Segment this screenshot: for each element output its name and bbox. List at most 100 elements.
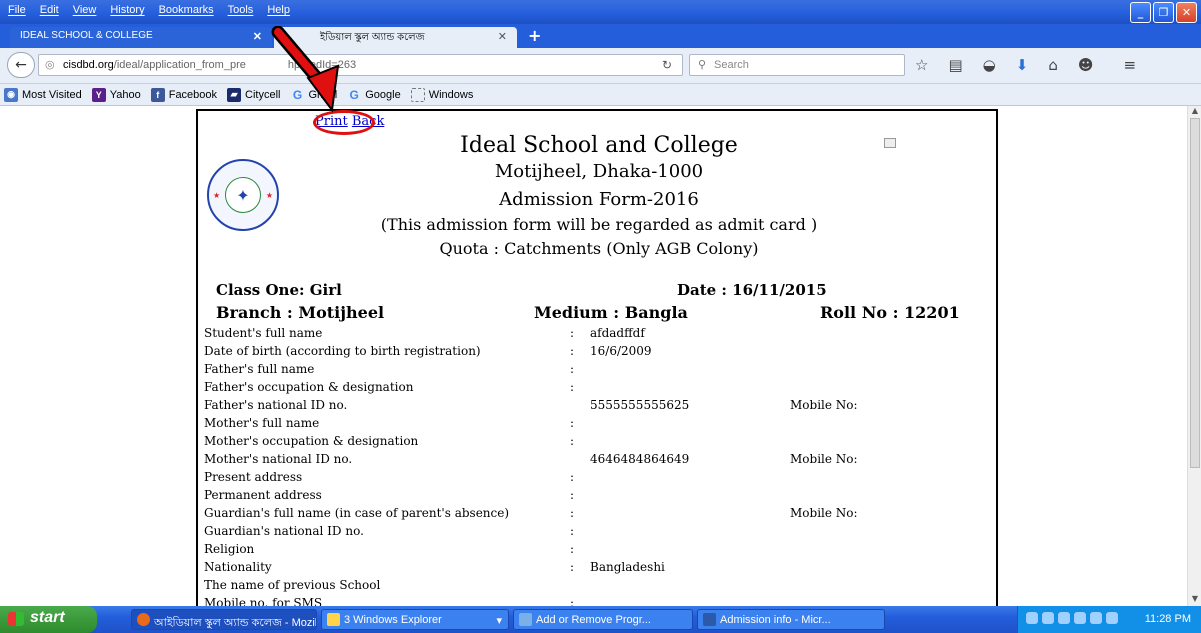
form-row: Nationality: Bangladeshi xyxy=(204,559,994,577)
field-value: 16/6/2009 xyxy=(590,344,652,358)
back-arrow-icon[interactable]: ← xyxy=(7,52,35,78)
bookmarks-toolbar: ◉ Most Visited Y Yahoo f Facebook ▰ City… xyxy=(0,84,1201,106)
bookmark-yahoo[interactable]: Y Yahoo xyxy=(91,87,141,102)
form-row: Present address: xyxy=(204,469,994,487)
menu-help[interactable]: Help xyxy=(267,4,290,16)
menu-bar: File Edit View History Bookmarks Tools H… xyxy=(0,0,1201,24)
colon: : xyxy=(570,344,575,358)
minimize-button[interactable]: _ xyxy=(1130,2,1151,23)
form-row: Father's full name: xyxy=(204,361,994,379)
network-icon[interactable] xyxy=(1042,612,1054,624)
search-placeholder: Search xyxy=(714,59,749,71)
scroll-up-icon[interactable]: ▲ xyxy=(1188,106,1201,118)
search-input[interactable]: ⚲ Search xyxy=(689,54,905,76)
reload-icon[interactable]: ↻ xyxy=(662,58,672,72)
form-row: Student's full name: afdadffdf xyxy=(204,325,994,343)
field-value: 5555555555625 xyxy=(590,398,690,412)
maximize-button[interactable]: ❐ xyxy=(1153,2,1174,23)
bookmark-facebook[interactable]: f Facebook xyxy=(150,87,218,102)
branch-info: Branch : Motijheel xyxy=(216,303,385,322)
field-value: afdadffdf xyxy=(590,326,645,340)
field-label: The name of previous School xyxy=(204,578,381,592)
taskbar-admission-info[interactable]: Admission info - Micr... xyxy=(697,609,885,630)
url-host: cisdbd.org xyxy=(63,59,114,71)
taskbar: start আইডিয়াল স্কুল অ্যান্ড কলেজ - Mozi… xyxy=(0,606,1201,633)
menu-bookmarks[interactable]: Bookmarks xyxy=(159,4,214,16)
form-row: Permanent address: xyxy=(204,487,994,505)
colon: : xyxy=(570,488,575,502)
tab-ideal-school[interactable]: IDEAL SCHOOL & COLLEGE ✕ xyxy=(10,27,272,48)
class-info: Class One: Girl xyxy=(216,281,342,299)
windows-logo-icon xyxy=(8,612,24,626)
field-label: Guardian's full name (in case of parent'… xyxy=(204,506,510,520)
quota-line: Quota : Catchments (Only AGB Colony) xyxy=(439,239,759,258)
taskbar-add-remove-programs[interactable]: Add or Remove Progr... xyxy=(513,609,693,630)
close-tab-icon[interactable]: ✕ xyxy=(253,30,262,43)
mobile-label: Mobile No: xyxy=(790,506,858,520)
taskbar-label: Add or Remove Progr... xyxy=(536,614,651,626)
bookmark-label: Facebook xyxy=(168,88,218,101)
clock: 11:28 PM xyxy=(1144,613,1191,625)
taskbar-label: 3 Windows Explorer xyxy=(344,614,442,626)
form-row: Father's occupation & designation: xyxy=(204,379,994,397)
menu-history[interactable]: History xyxy=(110,4,144,16)
vertical-scrollbar[interactable]: ▲ ▼ xyxy=(1187,106,1201,606)
pocket-icon[interactable]: ◒ xyxy=(983,56,996,74)
volume-icon[interactable] xyxy=(1106,612,1118,624)
tray-arrow-icon[interactable] xyxy=(1026,612,1038,624)
close-window-button[interactable]: ✕ xyxy=(1176,2,1197,23)
chat-icon[interactable]: ☻ xyxy=(1078,56,1094,74)
school-location: Motijheel, Dhaka-1000 xyxy=(494,161,704,182)
school-name: Ideal School and College xyxy=(460,133,738,158)
menu-tools[interactable]: Tools xyxy=(228,4,254,16)
home-icon[interactable]: ⌂ xyxy=(1048,56,1058,74)
taskbar-windows-explorer[interactable]: 3 Windows Explorer ▾ xyxy=(321,609,509,630)
taskbar-label: আইডিয়াল স্কুল অ্যান্ড কলেজ - Mozill... xyxy=(154,617,317,629)
tab-bar: IDEAL SCHOOL & COLLEGE ✕ ইডিয়াল স্কুল অ… xyxy=(0,24,1201,48)
url-bar[interactable]: ◎ cisdbd.org/ideal/application_from_pre h… xyxy=(38,54,683,76)
form-title: Admission Form-2016 xyxy=(499,189,699,210)
network-icon[interactable] xyxy=(1058,612,1070,624)
navigation-bar: ← ◎ cisdbd.org/ideal/application_from_pr… xyxy=(0,48,1201,84)
menu-edit[interactable]: Edit xyxy=(40,4,59,16)
colon: : xyxy=(570,524,575,538)
start-button[interactable]: start xyxy=(0,606,97,633)
bookmark-star-icon[interactable]: ☆ xyxy=(915,56,928,74)
downloads-icon[interactable]: ⬇ xyxy=(1016,56,1029,74)
reading-list-icon[interactable]: ▤ xyxy=(948,56,962,74)
roll-number: Roll No : 12201 xyxy=(820,303,960,322)
bookmark-google[interactable]: G Google xyxy=(347,88,401,102)
scroll-down-icon[interactable]: ▼ xyxy=(1188,594,1201,606)
scrollbar-thumb[interactable] xyxy=(1190,118,1200,468)
bookmark-windows[interactable]: Windows xyxy=(410,87,473,102)
field-label: Mother's full name xyxy=(204,416,320,430)
yahoo-icon: Y xyxy=(91,87,106,102)
input-icon[interactable] xyxy=(1090,612,1102,624)
field-label: Guardian's national ID no. xyxy=(204,524,364,538)
form-row: Mother's full name: xyxy=(204,415,994,433)
bookmark-most-visited[interactable]: ◉ Most Visited xyxy=(4,87,82,102)
folder-icon xyxy=(410,87,425,102)
menu-file[interactable]: File xyxy=(8,4,26,16)
colon: : xyxy=(570,380,575,394)
form-row: Guardian's full name (in case of parent'… xyxy=(204,505,994,523)
folder-icon xyxy=(327,613,340,626)
system-tray: 11:28 PM xyxy=(1017,606,1201,633)
colon: : xyxy=(570,560,575,574)
taskbar-label: Admission info - Micr... xyxy=(720,614,831,626)
field-label: Father's full name xyxy=(204,362,315,376)
admit-card-note: (This admission form will be regarded as… xyxy=(380,215,818,234)
close-tab-icon[interactable]: ✕ xyxy=(498,30,507,43)
taskbar-firefox[interactable]: আইডিয়াল স্কুল অ্যান্ড কলেজ - Mozill... xyxy=(131,609,317,630)
menu-view[interactable]: View xyxy=(73,4,97,16)
mobile-label: Mobile No: xyxy=(790,452,858,466)
form-row: Religion: xyxy=(204,541,994,559)
info-icon[interactable] xyxy=(1074,612,1086,624)
medium-info: Medium : Bangla xyxy=(534,303,688,322)
bookmark-label: Yahoo xyxy=(109,88,141,101)
hamburger-menu-icon[interactable]: ≡ xyxy=(1123,56,1136,74)
admission-form: Print Back ✦ ★ ★ Ideal School and Colleg… xyxy=(196,109,998,606)
form-row: Mother's national ID no.:4646484864649Mo… xyxy=(204,451,994,469)
new-tab-plus-icon[interactable]: + xyxy=(528,26,541,45)
citycell-icon: ▰ xyxy=(227,87,242,102)
